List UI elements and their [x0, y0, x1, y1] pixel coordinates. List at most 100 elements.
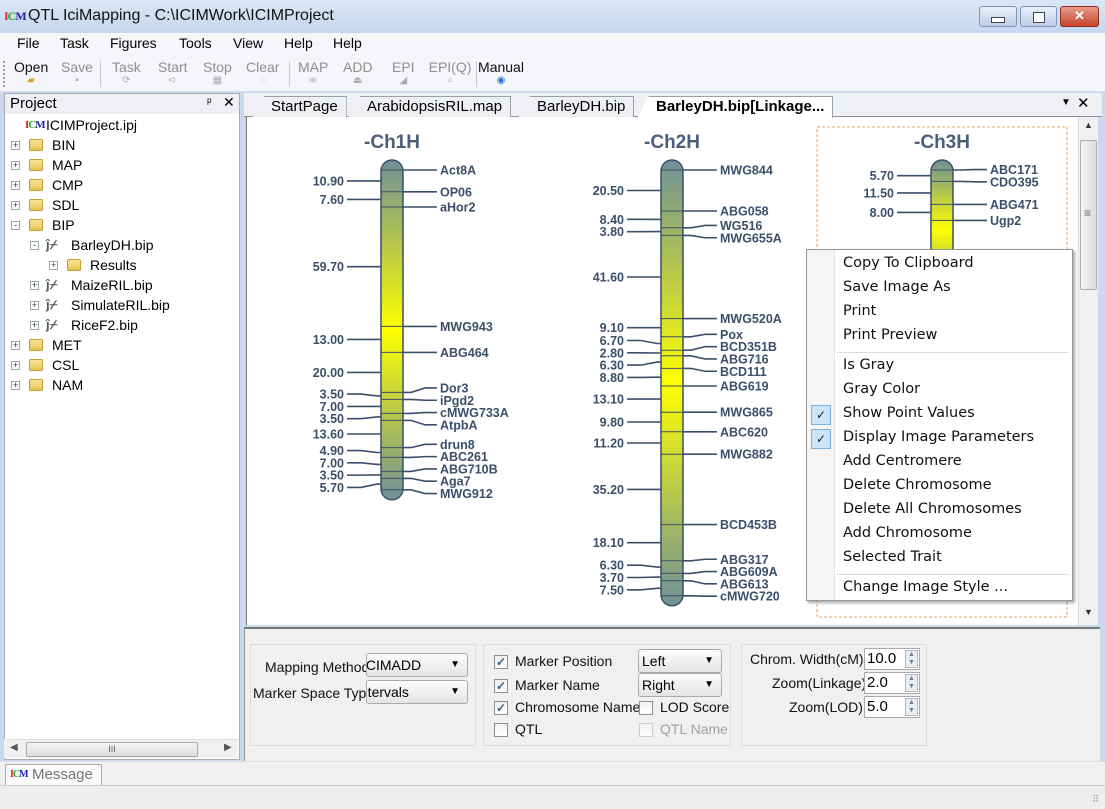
- menu-item-add-centromere[interactable]: Add Centromere: [843, 453, 962, 469]
- zoom-linkage-spinner[interactable]: 2.0 ▲ ▼: [864, 672, 920, 694]
- tab-barleydh-linkage[interactable]: BarleyDH.bip[Linkage...: [637, 96, 834, 118]
- marker-name-select[interactable]: Right ▼: [638, 673, 722, 697]
- tab-barleydh-bip[interactable]: BarleyDH.bip: [518, 96, 635, 117]
- marker-space-type-select[interactable]: Intervals ▼: [366, 680, 468, 704]
- scrollbar-thumb[interactable]: [1080, 140, 1097, 290]
- marker-name-label: ABG619: [720, 380, 769, 394]
- menu-help[interactable]: Help: [284, 35, 313, 51]
- tab-startpage[interactable]: StartPage: [252, 96, 347, 117]
- interval-leader-line: [627, 361, 661, 366]
- menu-item-add-chromosome[interactable]: Add Chromosome: [843, 525, 972, 541]
- open-button[interactable]: Open ▰: [14, 59, 48, 87]
- marker-position-checkbox[interactable]: ✓: [494, 655, 508, 669]
- expand-icon[interactable]: +: [11, 181, 20, 190]
- zoom-lod-spinner[interactable]: 5.0 ▲ ▼: [864, 696, 920, 718]
- start-button[interactable]: Start ➪: [158, 59, 188, 87]
- save-button[interactable]: Save ▪: [61, 59, 93, 87]
- scroll-left-icon[interactable]: ◀: [10, 742, 18, 753]
- menu-item-print[interactable]: Print: [843, 303, 876, 319]
- menu-file[interactable]: File: [17, 35, 40, 51]
- toolbar-grip[interactable]: [3, 61, 5, 87]
- resize-grip-icon[interactable]: ⠿: [1092, 794, 1099, 805]
- marker-name-checkbox[interactable]: ✓: [494, 679, 508, 693]
- lod-score-checkbox[interactable]: [639, 701, 653, 715]
- message-tab[interactable]: ICM Message: [5, 764, 102, 786]
- expand-icon[interactable]: +: [11, 341, 20, 350]
- expand-icon[interactable]: +: [11, 361, 20, 370]
- interval-value-label: 13.60: [313, 428, 344, 442]
- close-icon: ✕: [1074, 8, 1085, 23]
- marker-position-select[interactable]: Left ▼: [638, 649, 722, 673]
- menu-task[interactable]: Task: [60, 35, 89, 51]
- expand-icon[interactable]: +: [11, 141, 20, 150]
- spinner-arrows-icon[interactable]: ▲ ▼: [905, 650, 918, 668]
- menu-item-display-image-parameters[interactable]: Display Image Parameters: [843, 429, 1034, 445]
- close-tab-icon[interactable]: ✕: [1077, 94, 1090, 112]
- clear-button[interactable]: Clear ◌: [246, 59, 279, 87]
- chromosome-bar: [660, 159, 684, 607]
- marker-leader-line: [403, 455, 437, 459]
- chromosome-name-checkbox[interactable]: ✓: [494, 701, 508, 715]
- tab-arabidopsisril-map[interactable]: ArabidopsisRIL.map: [348, 96, 512, 117]
- menu-item-delete-all-chromosomes[interactable]: Delete All Chromosomes: [843, 501, 1022, 517]
- project-panel-header: Project ᵖ ✕: [5, 94, 239, 114]
- menu-item-gray-color[interactable]: Gray Color: [843, 381, 920, 397]
- map-button[interactable]: MAP ≑: [298, 59, 328, 87]
- expand-icon[interactable]: +: [30, 321, 39, 330]
- menu-item-copy-to-clipboard[interactable]: Copy To Clipboard: [843, 255, 974, 271]
- menu-item-is-gray[interactable]: Is Gray: [843, 357, 894, 373]
- chrom-width-spinner[interactable]: 10.0 ▲ ▼: [864, 648, 920, 670]
- marker-leader-line: [403, 443, 437, 449]
- menu-tools[interactable]: Tools: [179, 35, 212, 51]
- check-icon: ✓: [811, 429, 831, 449]
- close-window-button[interactable]: ✕: [1060, 6, 1099, 27]
- add-button[interactable]: ADD ⏏: [343, 59, 373, 87]
- expand-icon[interactable]: +: [11, 161, 20, 170]
- toolbar-separator: [289, 61, 290, 87]
- scroll-right-icon[interactable]: ▶: [224, 742, 232, 753]
- minimize-button[interactable]: [979, 6, 1017, 27]
- collapse-icon[interactable]: -: [11, 221, 20, 230]
- task-icon: ⟳: [122, 75, 131, 86]
- tab-list-dropdown-icon[interactable]: ▼: [1061, 97, 1071, 108]
- qtl-name-checkbox[interactable]: [639, 723, 653, 737]
- expand-icon[interactable]: +: [11, 381, 20, 390]
- scroll-down-icon[interactable]: ▼: [1084, 607, 1093, 617]
- close-panel-icon[interactable]: ✕: [223, 94, 235, 111]
- epiq-button[interactable]: EPI(Q) ○: [426, 59, 474, 87]
- expand-icon[interactable]: +: [49, 261, 58, 270]
- manual-button[interactable]: Manual ◉: [478, 59, 524, 87]
- collapse-icon[interactable]: -: [30, 241, 39, 250]
- expand-icon[interactable]: +: [11, 201, 20, 210]
- task-button[interactable]: Task ⟳: [112, 59, 141, 87]
- menu-help-2[interactable]: Help: [333, 35, 362, 51]
- marker-name-label: Act8A: [440, 164, 476, 178]
- menu-item-change-image-style[interactable]: Change Image Style ...: [843, 579, 1008, 595]
- spinner-arrows-icon[interactable]: ▲ ▼: [905, 698, 918, 716]
- menu-view[interactable]: View: [233, 35, 263, 51]
- menu-item-save-image-as[interactable]: Save Image As: [843, 279, 951, 295]
- qtl-checkbox[interactable]: [494, 723, 508, 737]
- scroll-up-icon[interactable]: ▲: [1084, 120, 1093, 130]
- stop-button[interactable]: Stop ▦: [203, 59, 232, 87]
- canvas-vertical-scrollbar[interactable]: ▲ ▼: [1078, 117, 1098, 625]
- menu-item-show-point-values[interactable]: Show Point Values: [843, 405, 975, 421]
- menu-figures[interactable]: Figures: [110, 35, 157, 51]
- menu-item-delete-chromosome[interactable]: Delete Chromosome: [843, 477, 992, 493]
- expand-icon[interactable]: +: [30, 301, 39, 310]
- menu-item-print-preview[interactable]: Print Preview: [843, 327, 937, 343]
- scrollbar-thumb[interactable]: III: [26, 742, 198, 757]
- project-horizontal-scrollbar[interactable]: ◀ III ▶: [4, 739, 238, 758]
- epi-button[interactable]: EPI ◢: [392, 59, 415, 87]
- mapping-method-select[interactable]: ICIMADD ▼: [366, 653, 468, 677]
- pin-icon[interactable]: ᵖ: [207, 95, 212, 109]
- qtl-label: QTL: [515, 721, 543, 737]
- save-icon: ▪: [75, 75, 79, 86]
- minimize-icon: [980, 8, 1016, 23]
- spinner-arrows-icon[interactable]: ▲ ▼: [905, 674, 918, 692]
- chromosome-title: -Ch3H: [914, 132, 970, 153]
- folder-open-icon: ▰: [27, 75, 35, 86]
- maximize-button[interactable]: [1020, 6, 1057, 27]
- expand-icon[interactable]: +: [30, 281, 39, 290]
- menu-item-selected-trait[interactable]: Selected Trait: [843, 549, 942, 565]
